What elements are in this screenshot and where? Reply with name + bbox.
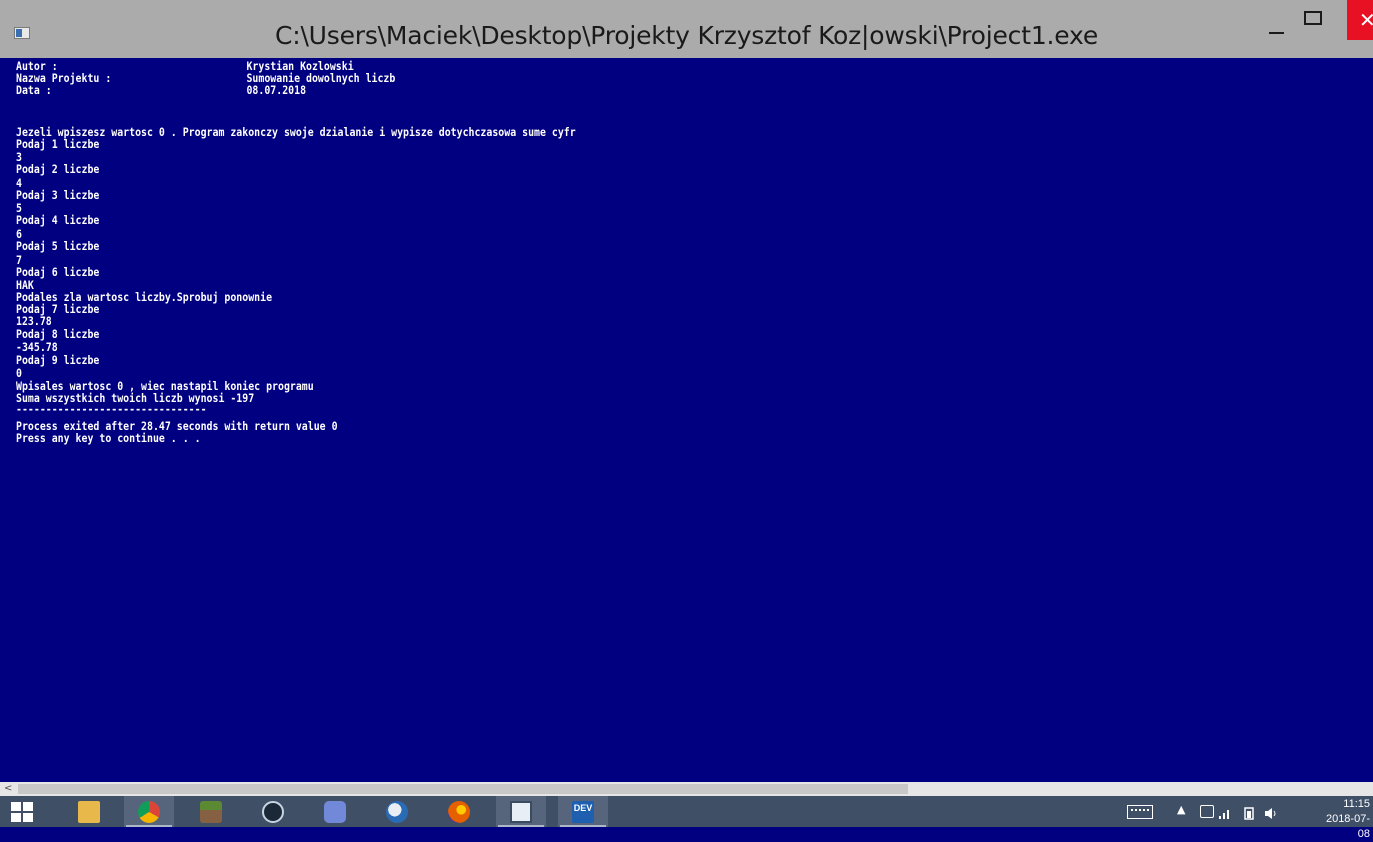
- taskbar-thunderbird[interactable]: [372, 796, 422, 827]
- battery-icon[interactable]: [1242, 805, 1256, 820]
- console-line: Jezeli wpiszesz wartosc 0 . Program zako…: [16, 125, 576, 139]
- taskbar-firefox[interactable]: [434, 796, 484, 827]
- taskbar: DEV ▲ 11:15 2018-07-08: [0, 796, 1373, 840]
- console-separator: --------------------------------: [16, 402, 207, 416]
- console-line: Podaj 2 liczbe: [16, 162, 100, 176]
- window-title: C:\Users\Maciek\Desktop\Projekty Krzyszt…: [274, 21, 1099, 50]
- touch-keyboard-icon[interactable]: [1127, 805, 1153, 819]
- window-title-bar[interactable]: C:\Users\Maciek\Desktop\Projekty Krzyszt…: [0, 0, 1373, 58]
- console-line: Press any key to continue . . .: [16, 431, 201, 445]
- close-button[interactable]: ✕: [1347, 0, 1373, 40]
- scroll-left-icon[interactable]: <: [4, 783, 12, 794]
- clock-time: 11:15: [1343, 798, 1370, 810]
- taskbar-clock[interactable]: 11:15 2018-07-08: [1316, 797, 1370, 842]
- taskbar-chrome[interactable]: [124, 796, 174, 827]
- speaker-icon: [1265, 808, 1276, 819]
- maximize-icon: [1304, 11, 1322, 25]
- close-icon: ✕: [1359, 8, 1373, 32]
- taskbar-discord[interactable]: [310, 796, 360, 827]
- window-app-icon: [510, 800, 532, 823]
- chrome-icon: [138, 800, 160, 823]
- folder-icon: [78, 800, 100, 823]
- signal-bars-icon: [1219, 810, 1229, 819]
- horizontal-scrollbar[interactable]: <: [0, 782, 1373, 796]
- console-line: Podaj 9 liczbe: [16, 353, 100, 367]
- minimize-icon: [1269, 32, 1284, 34]
- console-line: Podaj 5 liczbe: [16, 239, 100, 253]
- console-line: Podaj 4 liczbe: [16, 213, 100, 227]
- console-line: 123.78: [16, 314, 52, 328]
- scrollbar-thumb[interactable]: [18, 784, 908, 794]
- dev-cpp-icon: DEV: [572, 800, 594, 823]
- taskbar-dev-cpp[interactable]: DEV: [558, 796, 608, 827]
- taskbar-file-explorer[interactable]: [64, 796, 114, 827]
- steam-icon: [262, 800, 284, 823]
- taskbar-console-window[interactable]: [496, 796, 546, 827]
- console-line-date: Data :08.07.2018: [16, 83, 307, 97]
- window-left-border: [0, 58, 17, 782]
- windows-logo-icon: [11, 802, 33, 822]
- minecraft-icon: [200, 800, 222, 823]
- show-hidden-icons-icon[interactable]: ▲: [1177, 803, 1185, 816]
- console-line: Podaj 3 liczbe: [16, 188, 100, 202]
- network-ethernet-icon[interactable]: [1200, 805, 1214, 818]
- console-line: Podaj 8 liczbe: [16, 327, 100, 341]
- firefox-icon: [448, 800, 470, 823]
- battery-glyph-icon: [1244, 807, 1254, 820]
- console-line: Podaj 6 liczbe: [16, 265, 100, 279]
- taskbar-minecraft[interactable]: [186, 796, 236, 827]
- console-line: 0: [16, 366, 22, 380]
- thunderbird-icon: [386, 800, 408, 823]
- wifi-signal-icon[interactable]: [1218, 805, 1232, 819]
- console-line: -345.78: [16, 340, 58, 354]
- discord-icon: [324, 800, 346, 823]
- console-line: Podaj 1 liczbe: [16, 137, 100, 151]
- maximize-button[interactable]: [1294, 0, 1340, 40]
- start-button[interactable]: [0, 796, 44, 827]
- taskbar-steam[interactable]: [248, 796, 298, 827]
- clock-date: 2018-07-08: [1325, 813, 1370, 840]
- console-output[interactable]: Autor : Krystian Kozlowski Nazwa Projektu…: [16, 58, 1373, 782]
- volume-icon[interactable]: [1264, 805, 1278, 819]
